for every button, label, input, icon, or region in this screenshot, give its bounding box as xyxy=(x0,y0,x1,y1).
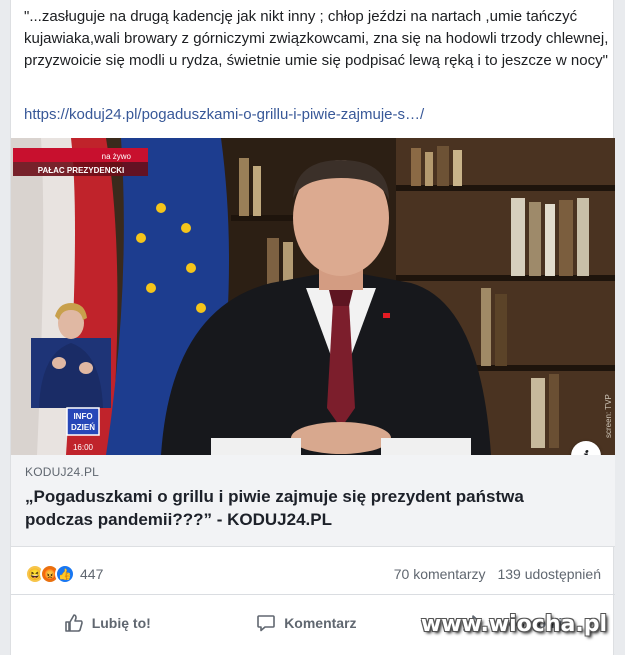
thumbs-up-icon xyxy=(64,614,83,632)
post-text: "...zasługuje na drugą kadencję jak nikt… xyxy=(24,8,609,69)
clock: 16:00 xyxy=(73,443,94,452)
comment-label: Komentarz xyxy=(284,615,357,631)
overlay-live: na żywo xyxy=(102,152,132,161)
post-card: "...zasługuje na drugą kadencję jak nikt… xyxy=(10,0,615,655)
post-link[interactable]: https://koduj24.pl/pogaduszkami-o-grillu… xyxy=(24,104,424,126)
like-button[interactable]: Lubię to! xyxy=(46,607,169,639)
comment-icon xyxy=(257,615,275,632)
shares-count[interactable]: 139 udostępnień xyxy=(497,566,601,582)
like-reaction-icon: 👍 xyxy=(55,564,75,584)
like-label: Lubię to! xyxy=(91,615,151,631)
watermark: www.wiocha.pl xyxy=(420,612,607,637)
reaction-count: 447 xyxy=(80,566,104,582)
link-title[interactable]: „Pogaduszkami o grillu i piwie zajmuje s… xyxy=(25,485,585,531)
overlay-place: PAŁAC PREZYDENCKI xyxy=(38,166,125,175)
link-preview-meta[interactable]: KODUJ24.PL „Pogaduszkami o grillu i piwi… xyxy=(11,455,615,547)
info-dzien-bottom: DZIEŃ xyxy=(71,423,95,432)
preview-photo: na żywo PAŁAC PREZYDENCKI INFO DZIEŃ 16:… xyxy=(11,138,615,455)
image-credit: screen: TVP xyxy=(604,394,613,438)
link-domain: KODUJ24.PL xyxy=(25,465,100,479)
reactions-summary[interactable]: 😆 😡 👍 447 xyxy=(25,564,103,584)
link-preview-image[interactable]: na żywo PAŁAC PREZYDENCKI INFO DZIEŃ 16:… xyxy=(11,138,615,455)
comments-count[interactable]: 70 komentarzy xyxy=(394,566,486,582)
comment-button[interactable]: Komentarz xyxy=(238,607,374,639)
info-dzien-top: INFO xyxy=(73,412,92,421)
post-stats: 😆 😡 👍 447 70 komentarzy 139 udostępnień xyxy=(11,555,615,595)
